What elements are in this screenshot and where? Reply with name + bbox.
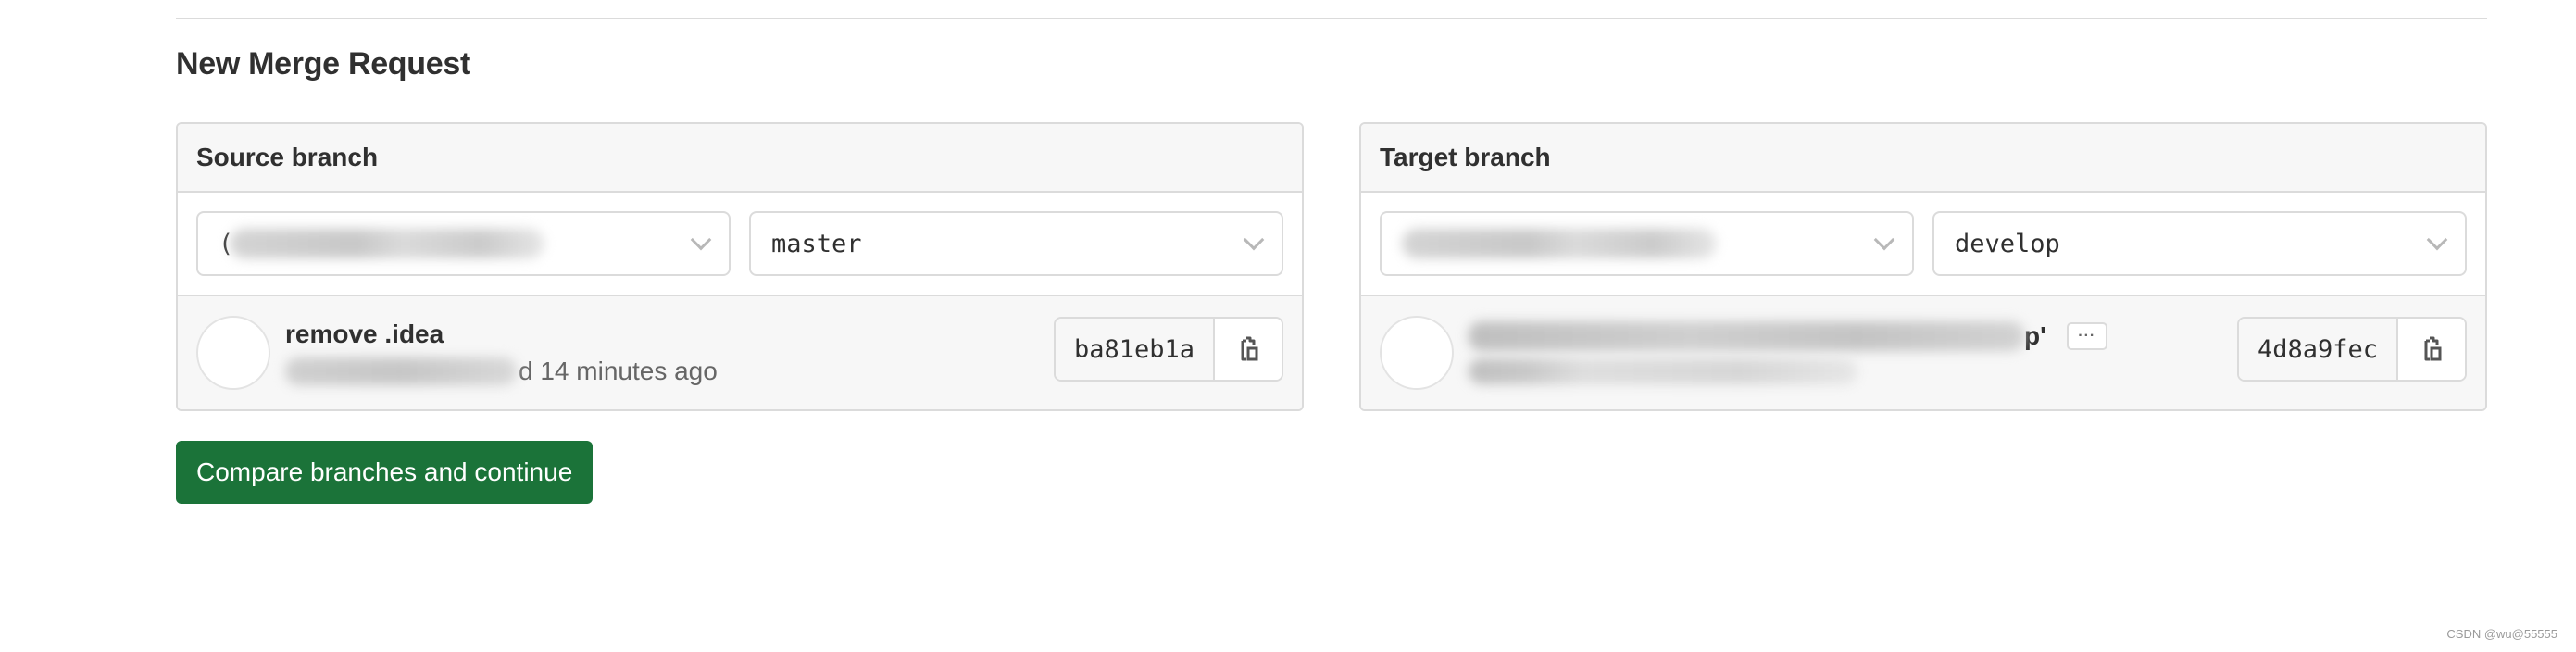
target-commit-info: p' ··· (1469, 321, 2107, 384)
source-selects: ( master (178, 193, 1302, 296)
target-commit-title[interactable]: p' ··· (1469, 321, 2107, 351)
source-branch-panel: Source branch ( master remove .idea d 14… (176, 122, 1304, 411)
source-commit-title-text[interactable]: remove .idea (285, 320, 444, 349)
target-commit-meta (1469, 358, 2107, 384)
source-commit-time: d 14 minutes ago (519, 357, 718, 385)
source-branch-select[interactable]: master (749, 211, 1283, 276)
source-branch-value: master (771, 229, 862, 258)
target-commit-title-suffix[interactable]: p' (2024, 321, 2046, 351)
source-commit-title[interactable]: remove .idea (285, 320, 718, 349)
target-branch-header: Target branch (1361, 124, 2485, 193)
target-commit-meta-redacted (1469, 358, 1857, 384)
copy-sha-button[interactable] (2398, 319, 2465, 380)
target-branch-panel: Target branch develop p' ··· 4d8a9fec (1359, 122, 2487, 411)
target-commit-title-redacted (1469, 321, 2024, 351)
chevron-down-icon (1243, 229, 1265, 251)
source-project-select[interactable]: ( (196, 211, 731, 276)
source-commit-sha-group: ba81eb1a (1053, 317, 1283, 382)
source-commit: remove .idea d 14 minutes ago ba81eb1a (178, 296, 1302, 409)
copy-to-clipboard-icon (1241, 336, 1258, 361)
source-commit-info: remove .idea d 14 minutes ago (285, 320, 718, 386)
chevron-down-icon (1873, 229, 1895, 251)
target-selects: develop (1361, 193, 2485, 296)
target-branch-value: develop (1955, 229, 2060, 258)
page-title: New Merge Request (176, 46, 470, 82)
source-project-value-redacted (230, 229, 545, 258)
author-avatar[interactable] (1380, 316, 1454, 390)
ellipsis-icon: ··· (2078, 328, 2096, 344)
target-commit-sha-group: 4d8a9fec (2236, 317, 2467, 382)
source-commit-meta: d 14 minutes ago (285, 357, 718, 386)
target-commit-sha[interactable]: 4d8a9fec (2238, 319, 2398, 380)
target-project-value-redacted (1402, 229, 1717, 258)
target-commit: p' ··· 4d8a9fec (1361, 296, 2485, 409)
watermark: CSDN @wu@55555 (2446, 627, 2557, 641)
chevron-down-icon (2426, 229, 2448, 251)
author-avatar[interactable] (196, 316, 270, 390)
compare-branches-button[interactable]: Compare branches and continue (176, 441, 594, 504)
source-commit-sha[interactable]: ba81eb1a (1055, 319, 1215, 380)
expand-commit-description-button[interactable]: ··· (2066, 322, 2107, 350)
copy-to-clipboard-icon (2424, 336, 2442, 361)
target-branch-select[interactable]: develop (1932, 211, 2467, 276)
copy-sha-button[interactable] (1215, 319, 1282, 380)
source-branch-header: Source branch (178, 124, 1302, 193)
top-divider (176, 18, 2487, 19)
chevron-down-icon (690, 229, 712, 251)
source-commit-author-redacted (285, 357, 517, 385)
target-project-select[interactable] (1380, 211, 1914, 276)
